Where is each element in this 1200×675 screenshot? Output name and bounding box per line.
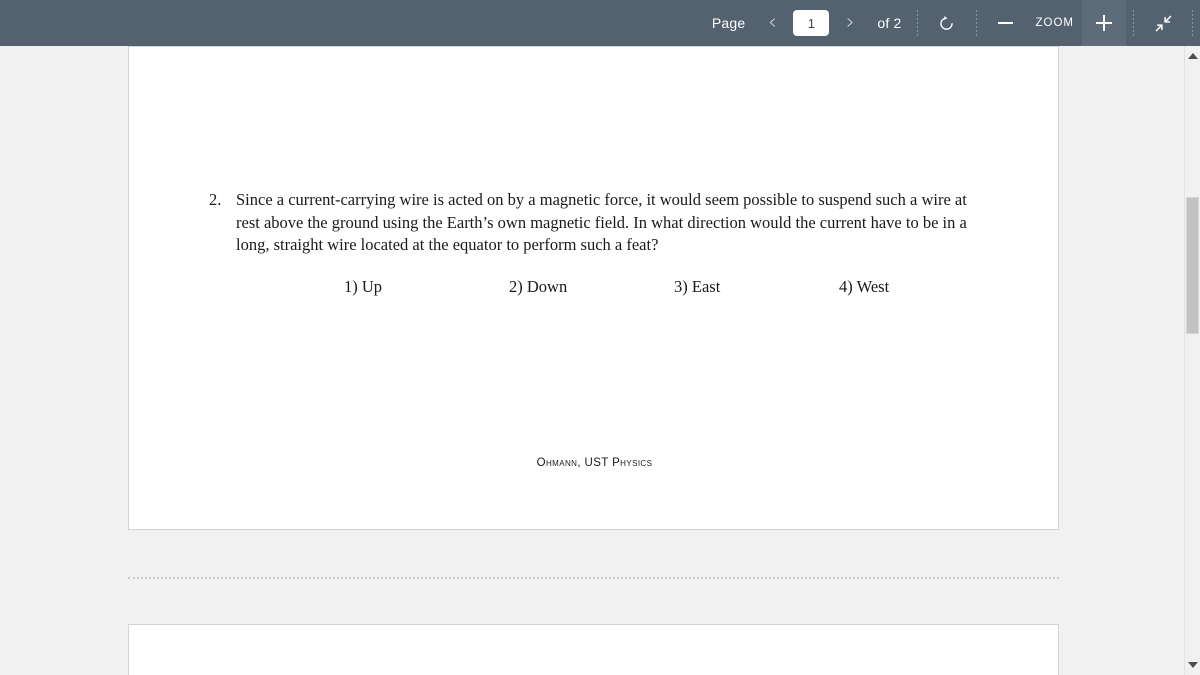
toolbar-separator-3 bbox=[1133, 10, 1134, 36]
scrollbar-thumb[interactable] bbox=[1186, 197, 1199, 334]
zoom-label: ZOOM bbox=[1035, 17, 1074, 29]
toolbar-separator-2 bbox=[975, 10, 977, 36]
zoom-out-button[interactable] bbox=[984, 0, 1028, 46]
zoom-group: ZOOM bbox=[984, 0, 1126, 46]
page-count-label: of 2 bbox=[877, 15, 902, 31]
previous-page-button[interactable]: ‹ bbox=[753, 0, 791, 46]
minus-icon bbox=[998, 22, 1013, 24]
document-viewer[interactable]: 2. Since a current-carrying wire is acte… bbox=[0, 46, 1200, 675]
chevron-left-icon: ‹ bbox=[767, 10, 777, 35]
answer-option-1[interactable]: 1) Up bbox=[344, 277, 382, 297]
vertical-scrollbar[interactable] bbox=[1184, 46, 1200, 675]
toolbar-separator-4 bbox=[1192, 10, 1193, 36]
answer-option-4[interactable]: 4) West bbox=[839, 277, 889, 297]
triangle-up-icon bbox=[1187, 53, 1198, 59]
question-block: 2. Since a current-carrying wire is acte… bbox=[209, 189, 979, 296]
scroll-up-button[interactable] bbox=[1185, 48, 1200, 64]
chevron-right-icon: › bbox=[845, 10, 855, 35]
plus-icon bbox=[1096, 15, 1112, 31]
scroll-down-button[interactable] bbox=[1185, 657, 1200, 673]
collapse-arrows-icon bbox=[1155, 15, 1171, 31]
triangle-down-icon bbox=[1187, 662, 1198, 668]
document-page-2 bbox=[128, 624, 1059, 675]
page-number-input[interactable] bbox=[793, 10, 830, 36]
document-page-1: 2. Since a current-carrying wire is acte… bbox=[128, 46, 1059, 530]
zoom-in-button[interactable] bbox=[1082, 0, 1126, 46]
pdf-toolbar: Page ‹ › of 2 ZOOM bbox=[0, 0, 1200, 46]
page-label: Page bbox=[711, 15, 746, 31]
answer-option-3[interactable]: 3) East bbox=[674, 277, 720, 297]
page-separator bbox=[128, 577, 1059, 579]
toolbar-separator-1 bbox=[916, 10, 918, 36]
question-row: 2. Since a current-carrying wire is acte… bbox=[209, 189, 979, 257]
rotate-button[interactable] bbox=[925, 0, 969, 46]
question-number: 2. bbox=[209, 190, 222, 209]
pdf-viewer-app: Page ‹ › of 2 ZOOM bbox=[0, 0, 1200, 675]
rotate-counterclockwise-icon bbox=[940, 15, 953, 30]
fit-page-button[interactable] bbox=[1141, 0, 1185, 46]
page-navigation-group: Page ‹ › of 2 bbox=[704, 0, 910, 46]
next-page-button[interactable]: › bbox=[831, 0, 869, 46]
question-text: Since a current-carrying wire is acted o… bbox=[236, 190, 967, 254]
page-footer: Ohmann, UST Physics bbox=[536, 457, 653, 469]
answer-option-2[interactable]: 2) Down bbox=[509, 277, 567, 297]
